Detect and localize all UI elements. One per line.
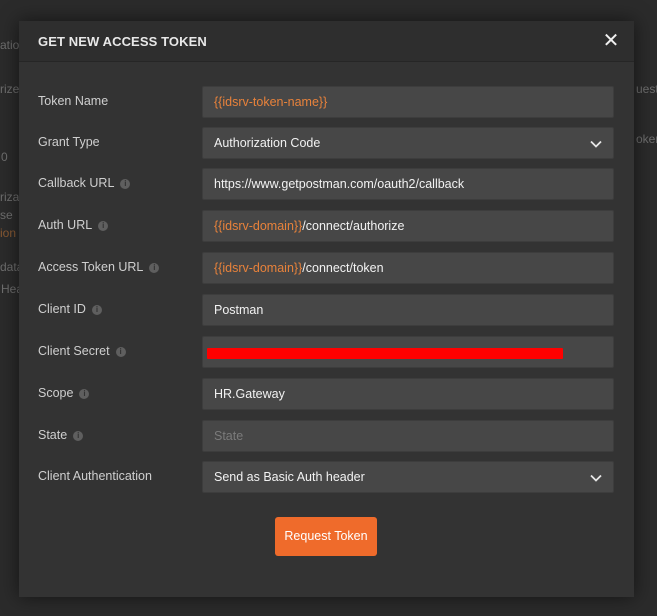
background-text: riza [0, 190, 20, 204]
access-token-url-label: Access Token URL i [38, 260, 160, 274]
client-auth-row: Client Authentication Send as Basic Auth… [19, 461, 634, 493]
grant-type-row: Grant Type Authorization Code [19, 127, 634, 159]
background-text: uest [636, 82, 657, 96]
background-text: atio [0, 38, 20, 52]
state-label: State i [38, 428, 84, 442]
info-icon: i [98, 221, 109, 231]
scope-label: Scope i [38, 386, 90, 400]
request-token-button[interactable]: Request Token [275, 517, 377, 556]
auth-url-variable: {{idsrv-domain}} [214, 219, 303, 233]
auth-url-value: /connect/authorize [302, 219, 405, 233]
auth-url-label-text: Auth URL [38, 218, 93, 232]
token-name-value: {{idsrv-token-name}} [214, 95, 328, 109]
info-icon: i [149, 263, 160, 273]
callback-url-row: Callback URL i https://www.getpostman.com… [19, 168, 634, 200]
access-token-url-variable: {{idsrv-domain}} [214, 261, 303, 275]
scope-value: HR.Gateway [214, 387, 285, 401]
callback-url-input[interactable]: https://www.getpostman.com/oauth2/callba… [202, 168, 614, 200]
scope-label-text: Scope [38, 386, 74, 400]
access-token-dialog: GET NEW ACCESS TOKEN ✕ Token Name {{idsr… [19, 21, 634, 597]
client-id-row: Client ID i Postman [19, 294, 634, 326]
scope-input[interactable]: HR.Gateway [202, 378, 614, 410]
client-secret-label-text: Client Secret [38, 344, 110, 358]
client-secret-input[interactable] [202, 336, 614, 368]
access-token-url-row: Access Token URL i {{idsrv-domain}}/conne… [19, 252, 634, 284]
info-icon: i [79, 389, 90, 399]
callback-url-label-text: Callback URL [38, 176, 115, 190]
client-id-value: Postman [214, 303, 264, 317]
client-id-label-text: Client ID [38, 302, 86, 316]
background-text: rize [0, 82, 20, 96]
auth-url-label: Auth URL i [38, 218, 109, 232]
state-row: State i State [19, 420, 634, 452]
dialog-header: GET NEW ACCESS TOKEN ✕ [19, 21, 634, 62]
info-icon: i [115, 347, 126, 357]
token-name-label: Token Name [38, 94, 109, 108]
state-placeholder: State [214, 429, 244, 443]
redaction-bar [207, 348, 563, 359]
chevron-down-icon [590, 474, 602, 482]
client-id-label: Client ID i [38, 302, 102, 316]
access-token-url-value: /connect/token [302, 261, 384, 275]
auth-url-input[interactable]: {{idsrv-domain}}/connect/authorize [202, 210, 614, 242]
token-name-row: Token Name {{idsrv-token-name}} [19, 86, 634, 118]
info-icon: i [120, 179, 131, 189]
background-text: ion [0, 226, 17, 240]
client-id-input[interactable]: Postman [202, 294, 614, 326]
close-icon[interactable]: ✕ [600, 30, 622, 52]
grant-type-value: Authorization Code [214, 136, 321, 150]
state-input[interactable]: State [202, 420, 614, 452]
chevron-down-icon [590, 140, 602, 148]
client-secret-row: Client Secret i [19, 336, 634, 368]
state-label-text: State [38, 428, 68, 442]
callback-url-value: https://www.getpostman.com/oauth2/callba… [214, 177, 465, 191]
background-text: 0 [1, 150, 8, 164]
info-icon: i [73, 431, 84, 441]
client-auth-value: Send as Basic Auth header [214, 470, 365, 484]
callback-url-label: Callback URL i [38, 176, 131, 190]
grant-type-label: Grant Type [38, 135, 100, 149]
client-auth-label: Client Authentication [38, 469, 152, 483]
background-text: oken [636, 132, 657, 146]
client-secret-label: Client Secret i [38, 344, 126, 358]
client-auth-select[interactable]: Send as Basic Auth header [202, 461, 614, 493]
grant-type-select[interactable]: Authorization Code [202, 127, 614, 159]
dialog-title: GET NEW ACCESS TOKEN [38, 34, 207, 49]
token-name-input[interactable]: {{idsrv-token-name}} [202, 86, 614, 118]
info-icon: i [91, 305, 102, 315]
background-text: se [0, 208, 13, 222]
auth-url-row: Auth URL i {{idsrv-domain}}/connect/autho… [19, 210, 634, 242]
access-token-url-input[interactable]: {{idsrv-domain}}/connect/token [202, 252, 614, 284]
access-token-url-label-text: Access Token URL [38, 260, 144, 274]
scope-row: Scope i HR.Gateway [19, 378, 634, 410]
